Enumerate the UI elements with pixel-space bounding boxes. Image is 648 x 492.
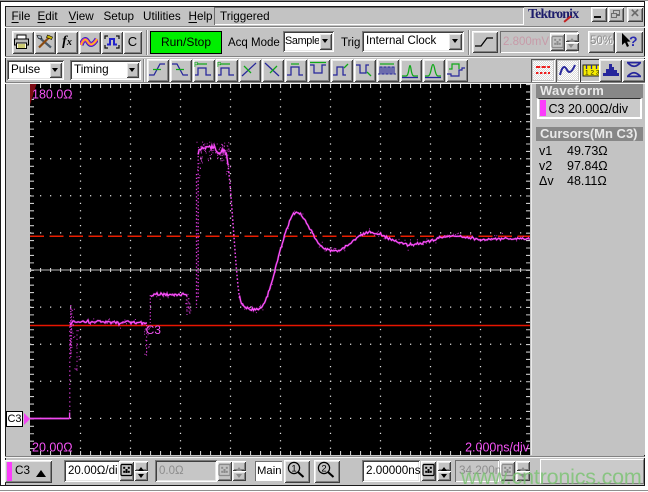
svg-text:C3: C3 xyxy=(146,323,162,337)
svg-text:2.000ns/div: 2.000ns/div xyxy=(465,441,530,455)
svg-text:1: 1 xyxy=(291,464,296,475)
svg-text:2: 2 xyxy=(321,464,326,475)
svg-text:20.00Ω: 20.00Ω xyxy=(32,441,73,455)
svg-text:1 2 3: 1 2 3 xyxy=(585,69,600,76)
svg-text:?: ? xyxy=(629,33,638,49)
svg-text:180.0Ω: 180.0Ω xyxy=(32,88,73,102)
